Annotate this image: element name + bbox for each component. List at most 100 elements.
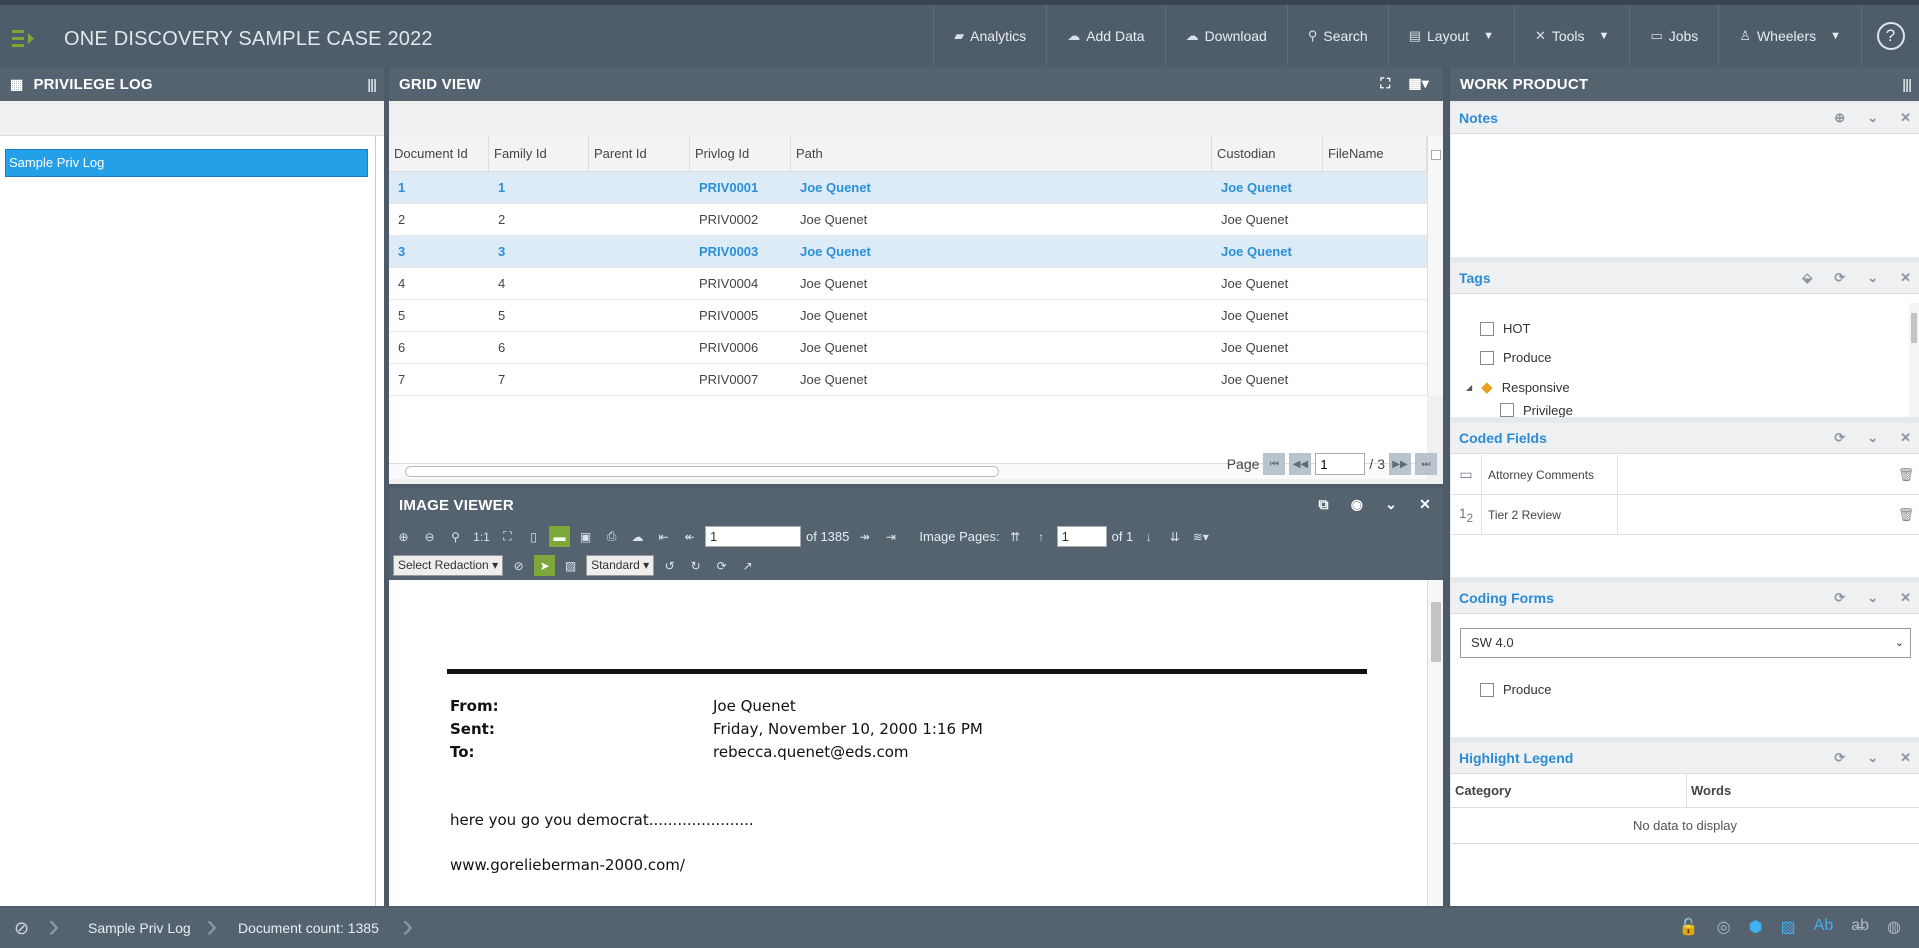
close-icon[interactable]: ✕ (1900, 110, 1911, 126)
panel-grip-icon[interactable]: ||| (1902, 76, 1912, 92)
document-scrollbar[interactable] (1427, 580, 1443, 906)
columns-icon[interactable]: ▦▾ (1408, 75, 1429, 92)
redaction-select[interactable]: Select Redaction ▾ (393, 555, 504, 576)
nav-user[interactable]: ♙ Wheelers ▼ (1718, 5, 1861, 66)
compass-icon[interactable]: ⊘ (14, 918, 29, 939)
column-header[interactable]: Privlog Id (690, 136, 791, 172)
trash-icon[interactable]: 🗑 (1893, 507, 1919, 523)
table-row[interactable]: 2 2 PRIV0002 Joe Quenet Joe Quenet (389, 204, 1427, 236)
priv-log-item[interactable]: Sample Priv Log (5, 149, 368, 177)
tag-group[interactable]: ◢ ◆ Responsive (1466, 378, 1570, 396)
table-row[interactable]: 6 6 PRIV0006 Joe Quenet Joe Quenet (389, 332, 1427, 364)
nav-tools[interactable]: ✕ Tools ▼ (1513, 5, 1629, 66)
tag-item[interactable]: Produce (1480, 350, 1551, 365)
close-icon[interactable]: ✕ (1900, 430, 1911, 446)
ruler-icon[interactable]: ▬ (549, 526, 570, 547)
strikethrough-text-icon[interactable]: a̶b (1851, 917, 1869, 937)
next-doc-icon[interactable]: ⇥ (880, 526, 901, 547)
save-icon[interactable]: ▣ (575, 526, 596, 547)
close-icon[interactable]: ✕ (1900, 590, 1911, 606)
cube-icon[interactable]: ⬢ (1749, 917, 1763, 937)
chevron-down-icon[interactable]: ⌄ (1385, 496, 1397, 513)
last-image-icon[interactable]: ⇊ (1164, 526, 1185, 547)
close-icon[interactable]: ✕ (1900, 270, 1911, 286)
trash-icon[interactable]: 🗑 (1893, 467, 1919, 483)
fit-width-icon[interactable]: ▯ (523, 526, 544, 547)
column-header[interactable]: Document Id (389, 136, 489, 172)
unlock-icon[interactable]: 🔓 (1679, 917, 1699, 937)
nav-search[interactable]: ⚲ Search (1286, 5, 1388, 66)
nav-download[interactable]: ☁ Download (1164, 5, 1287, 66)
last-page-icon[interactable]: ⏭ (1415, 453, 1437, 475)
image-icon[interactable]: ▨ (1781, 917, 1796, 937)
document-number-input[interactable] (705, 526, 801, 547)
next-page-icon[interactable]: ▶▶ (1389, 453, 1411, 475)
tag-item[interactable]: Privilege (1500, 403, 1573, 417)
close-icon[interactable]: ✕ (1900, 750, 1911, 766)
checkbox[interactable] (1500, 403, 1514, 417)
layers-icon[interactable]: ≋▾ (1190, 526, 1211, 547)
expand-icon[interactable]: ⛶ (1380, 75, 1390, 92)
eye-icon[interactable]: ◉ (1351, 496, 1363, 513)
globe-icon[interactable]: ◍ (1887, 917, 1901, 937)
scroll-thumb[interactable] (1911, 313, 1917, 343)
forward-doc-icon[interactable]: ↠ (854, 526, 875, 547)
caret-icon[interactable]: ◢ (1466, 383, 1472, 392)
close-icon[interactable]: ✕ (1419, 496, 1431, 513)
table-row[interactable]: 5 5 PRIV0005 Joe Quenet Joe Quenet (389, 300, 1427, 332)
refresh-icon[interactable]: ⟳ (1834, 590, 1845, 606)
breadcrumb-priv-log[interactable]: Sample Priv Log (88, 908, 191, 948)
page-input[interactable] (1315, 453, 1366, 475)
rotate-left-icon[interactable]: ↺ (659, 555, 680, 576)
refresh-icon[interactable]: ⟳ (1834, 750, 1845, 766)
column-header[interactable]: FileName (1323, 136, 1427, 172)
text-redact-icon[interactable]: ▨ (560, 555, 581, 576)
tag-item[interactable]: HOT (1480, 321, 1530, 336)
next-image-icon[interactable]: ↓ (1138, 526, 1159, 547)
refresh-icon[interactable]: ⟳ (1834, 270, 1845, 286)
coding-form-select[interactable]: SW 4.0 ⌄ (1460, 628, 1911, 658)
scroll-thumb[interactable] (1431, 602, 1441, 662)
column-header[interactable]: Custodian (1212, 136, 1323, 172)
reset-icon[interactable]: ↗ (737, 555, 758, 576)
prev-image-icon[interactable]: ↑ (1031, 526, 1052, 547)
menu-toggle-icon[interactable] (10, 25, 38, 53)
coded-field-row[interactable]: 12 Tier 2 Review 🗑 (1451, 494, 1919, 535)
prev-doc-icon[interactable]: ⇤ (653, 526, 674, 547)
standard-select[interactable]: Standard ▾ (586, 555, 655, 576)
table-row[interactable]: 1 1 PRIV0001 Joe Quenet Joe Quenet (389, 172, 1427, 204)
nav-jobs[interactable]: ▭ Jobs (1629, 5, 1718, 66)
first-image-icon[interactable]: ⇈ (1005, 526, 1026, 547)
coded-field-row[interactable]: ▭ Attorney Comments 🗑 (1451, 454, 1919, 495)
zoom-icon[interactable]: ⚲ (445, 526, 466, 547)
back-doc-icon[interactable]: ↞ (679, 526, 700, 547)
scroll-thumb[interactable] (1431, 150, 1441, 160)
pointer-icon[interactable]: ➤ (534, 555, 556, 576)
table-row[interactable]: 3 3 PRIV0003 Joe Quenet Joe Quenet (389, 236, 1427, 268)
actual-size-icon[interactable]: 1:1 (471, 526, 492, 547)
scroll-thumb[interactable] (405, 466, 999, 477)
column-header[interactable]: Path (791, 136, 1212, 172)
image-page-input[interactable] (1056, 526, 1107, 547)
no-redact-icon[interactable]: ⊘ (508, 555, 529, 576)
prev-page-icon[interactable]: ◀◀ (1289, 453, 1312, 475)
chevron-down-icon[interactable]: ⌄ (1867, 110, 1878, 126)
legend-col-words[interactable]: Words (1687, 774, 1731, 807)
panel-grip-icon[interactable]: ||| (367, 76, 377, 92)
first-page-icon[interactable]: ⏮ (1263, 453, 1286, 475)
chevron-down-icon[interactable]: ⌄ (1867, 750, 1878, 766)
table-row[interactable]: 4 4 PRIV0004 Joe Quenet Joe Quenet (389, 268, 1427, 300)
checkbox[interactable] (1480, 350, 1494, 365)
refresh-icon[interactable]: ⟳ (711, 555, 732, 576)
chevron-down-icon[interactable]: ⌄ (1867, 430, 1878, 446)
target-icon[interactable]: ◎ (1717, 917, 1731, 937)
field-input[interactable] (1617, 454, 1893, 495)
column-header[interactable]: Family Id (489, 136, 589, 172)
help-button[interactable]: ? (1861, 5, 1919, 66)
grid-vertical-scrollbar[interactable] (1427, 136, 1443, 396)
chevron-down-icon[interactable]: ⌄ (1867, 270, 1878, 286)
checkbox[interactable] (1480, 321, 1494, 336)
chevron-down-icon[interactable]: ⌄ (1867, 590, 1878, 606)
rotate-right-icon[interactable]: ↻ (685, 555, 706, 576)
checkbox[interactable] (1480, 682, 1494, 697)
